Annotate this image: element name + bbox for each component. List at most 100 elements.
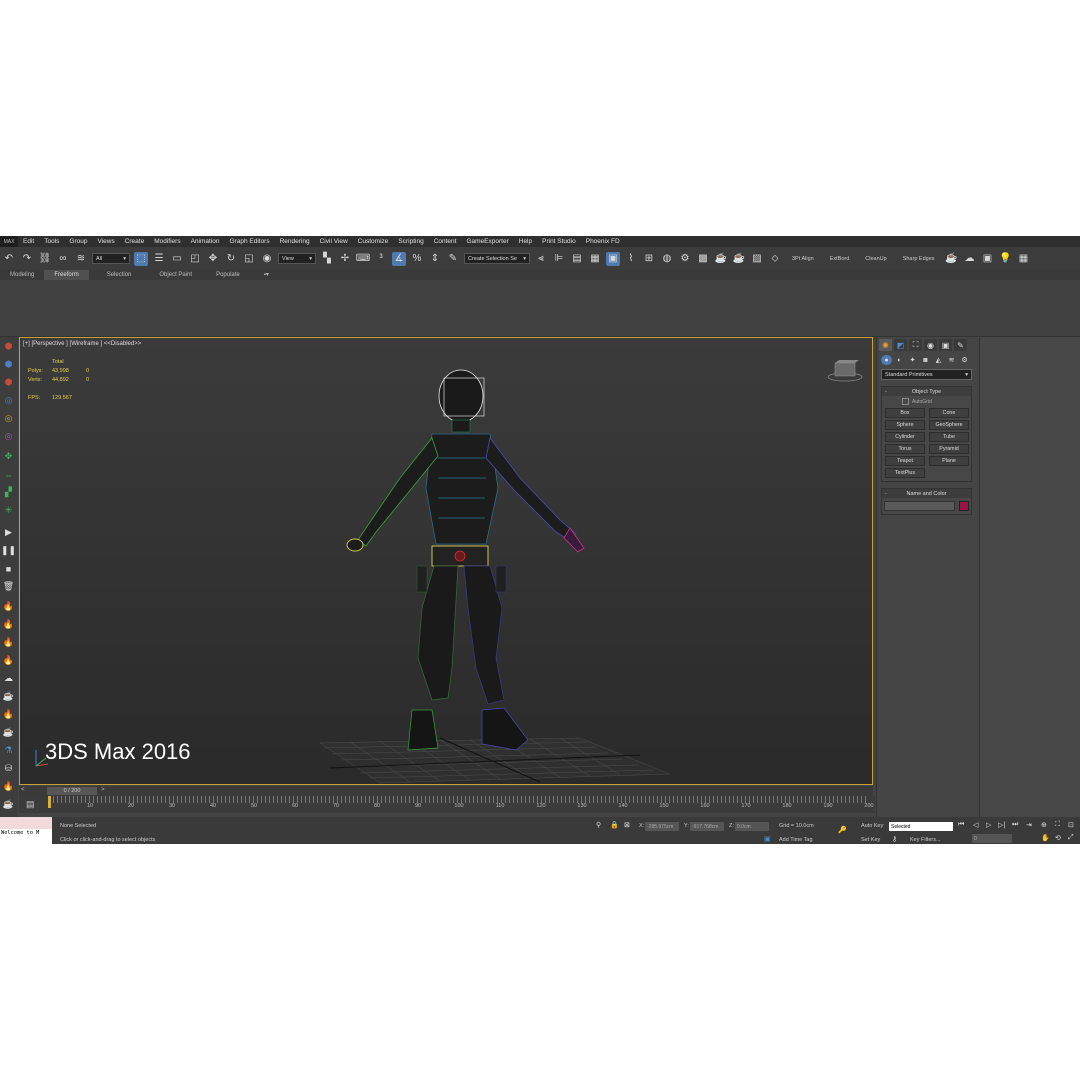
menu-rendering[interactable]: Rendering xyxy=(275,238,315,245)
menu-graph-editors[interactable]: Graph Editors xyxy=(225,238,275,245)
menu-views[interactable]: Views xyxy=(92,238,119,245)
tab-object-paint[interactable]: Object Paint xyxy=(149,270,202,280)
reference-coordinate-dropdown[interactable]: View ▾ xyxy=(278,253,316,264)
teapot-icon[interactable]: ☕ xyxy=(2,798,15,811)
create-sphere-icon[interactable]: ⬢ xyxy=(2,358,15,371)
tab-selection[interactable]: Selection xyxy=(89,270,150,280)
layer-manager-icon[interactable]: ▦ xyxy=(588,252,602,266)
fire-icon[interactable]: 🔥 xyxy=(2,600,15,613)
modifier-icon[interactable]: ◎ xyxy=(2,412,15,425)
rendered-frame-window-icon[interactable]: ▩ xyxy=(696,252,710,266)
mini-curve-editor-icon[interactable]: ▤ xyxy=(26,799,35,810)
schematic-view-icon[interactable]: ⊞ xyxy=(642,252,656,266)
play-animation-icon[interactable]: ▷ xyxy=(986,821,991,829)
menu-help[interactable]: Help xyxy=(514,238,537,245)
track-bar[interactable]: ▤ 10 20 30 40 50 60 70 80 90 100 110 120 130 140 150 16… xyxy=(19,796,875,813)
create-tab-icon[interactable]: ✺ xyxy=(879,339,892,351)
table-icon[interactable]: ▦ xyxy=(1017,252,1031,266)
material-icon[interactable]: ◎ xyxy=(2,430,15,443)
create-cube-icon[interactable]: ⬢ xyxy=(2,340,15,353)
select-object-icon[interactable]: ⬚ xyxy=(134,251,148,266)
fire-icon[interactable]: 🔥 xyxy=(2,780,15,793)
go-to-start-icon[interactable]: ⏮ xyxy=(958,821,964,829)
menu-scripting[interactable]: Scripting xyxy=(393,238,428,245)
autogrid-checkbox[interactable]: AutoGrid xyxy=(882,396,971,407)
plugin-extbord[interactable]: ExtBord xyxy=(830,256,850,262)
light-bulb-icon[interactable]: 💡 xyxy=(999,252,1013,266)
menu-print-studio[interactable]: Print Studio xyxy=(537,238,581,245)
rotate-icon[interactable]: ↻ xyxy=(224,252,238,266)
maxscript-listener[interactable]: Welcome to M xyxy=(0,817,52,844)
selection-filter-dropdown[interactable]: All ▾ xyxy=(92,253,130,264)
helper-icon[interactable]: ◎ xyxy=(2,394,15,407)
select-and-manipulate-icon[interactable]: ✢ xyxy=(338,252,352,266)
time-cursor[interactable] xyxy=(48,796,51,808)
key-filters-button[interactable]: Key Filters... xyxy=(910,837,941,843)
lock-icon[interactable]: 🔒 xyxy=(610,821,619,829)
menu-edit[interactable]: Edit xyxy=(18,238,39,245)
viewcube[interactable] xyxy=(827,360,863,382)
spinner-snap-icon[interactable]: ⇕ xyxy=(428,252,442,266)
transform-icon[interactable]: ✥ xyxy=(2,450,15,463)
render-setup-icon[interactable]: ⚙ xyxy=(678,252,692,266)
auto-key-button[interactable]: Auto Key xyxy=(861,823,883,829)
mirror-icon[interactable]: ⫷ xyxy=(534,252,548,266)
plugin-sharp-edges[interactable]: Sharp Edges xyxy=(903,256,935,262)
pan-icon[interactable]: ✋ xyxy=(1041,834,1050,842)
fire-icon[interactable]: 🔥 xyxy=(2,708,15,721)
field-of-view-icon[interactable]: ⊡ xyxy=(1068,821,1074,829)
bucket-icon[interactable]: ⛁ xyxy=(2,762,15,775)
angle-snap-icon[interactable]: ∡ xyxy=(392,251,406,266)
align-left-icon[interactable]: ⇔ xyxy=(2,468,15,481)
geometry-icon[interactable]: ● xyxy=(881,355,892,365)
material-editor-icon[interactable]: ◍ xyxy=(660,252,674,266)
lights-icon[interactable]: ✦ xyxy=(907,355,918,365)
absolute-mode-icon[interactable]: ⊠ xyxy=(624,821,630,829)
torus-button[interactable]: Torus xyxy=(885,444,925,454)
tab-populate[interactable]: Populate xyxy=(202,270,254,280)
pivot-center-icon[interactable]: ▚ xyxy=(320,252,334,266)
cone-button[interactable]: Cone xyxy=(929,408,969,418)
fire-icon[interactable]: 🔥 xyxy=(2,636,15,649)
next-frame-icon[interactable]: ▷| xyxy=(998,821,1005,829)
bind-space-warp-icon[interactable]: ≋ xyxy=(74,252,88,266)
z-coordinate-field[interactable]: 0.0cm xyxy=(735,822,769,831)
object-type-header[interactable]: - Object Type xyxy=(882,387,971,396)
app-logo[interactable]: MAX xyxy=(0,236,18,247)
shapes-icon[interactable]: ◐ xyxy=(894,355,905,365)
play-icon[interactable]: ▶ xyxy=(2,526,15,539)
select-link-icon[interactable]: ⛓ xyxy=(38,252,52,266)
redo-icon[interactable]: ↷ xyxy=(20,252,34,266)
trash-icon[interactable]: 🗑 xyxy=(2,580,15,593)
select-manipulate-icon[interactable]: ◉ xyxy=(260,252,274,266)
time-tag-icon[interactable]: ▣ xyxy=(764,835,771,843)
percent-snap-icon[interactable]: % xyxy=(410,252,424,266)
cameras-icon[interactable]: ◙ xyxy=(920,355,931,365)
menu-tools[interactable]: Tools xyxy=(39,238,64,245)
utilities-tab-icon[interactable]: ✎ xyxy=(954,339,967,351)
orbit-icon[interactable]: ⟲ xyxy=(1055,834,1061,842)
chevron-right-icon[interactable]: > xyxy=(101,787,105,793)
grid-icon[interactable]: ▞ xyxy=(2,486,15,499)
menu-gameexporter[interactable]: GameExporter xyxy=(461,238,513,245)
fire-icon[interactable]: 🔥 xyxy=(2,654,15,667)
add-time-tag-button[interactable]: Add Time Tag xyxy=(779,837,813,843)
menu-modifiers[interactable]: Modifiers xyxy=(149,238,185,245)
flask-icon[interactable]: ⚗ xyxy=(2,744,15,757)
plane-button[interactable]: Plane xyxy=(929,456,969,466)
menu-animation[interactable]: Animation xyxy=(186,238,225,245)
key-mode-toggle-icon[interactable]: ⇥ xyxy=(1026,821,1032,829)
menu-group[interactable]: Group xyxy=(64,238,92,245)
isolate-icon[interactable]: ⚲ xyxy=(596,821,601,829)
modify-tab-icon[interactable]: ◩ xyxy=(894,339,907,351)
create-geometry-icon[interactable]: ⬢ xyxy=(2,376,15,389)
liquid-icon[interactable]: ☕ xyxy=(2,690,15,703)
unlink-icon[interactable]: ∞ xyxy=(56,252,70,266)
set-key-icon[interactable]: ⚷ xyxy=(892,835,897,843)
object-color-swatch[interactable] xyxy=(959,501,969,511)
menu-content[interactable]: Content xyxy=(429,238,462,245)
pyramid-button[interactable]: Pyramid xyxy=(929,444,969,454)
current-frame-field[interactable]: 0 xyxy=(972,834,1012,843)
select-by-name-icon[interactable]: ☰ xyxy=(152,252,166,266)
tube-button[interactable]: Tube xyxy=(929,432,969,442)
